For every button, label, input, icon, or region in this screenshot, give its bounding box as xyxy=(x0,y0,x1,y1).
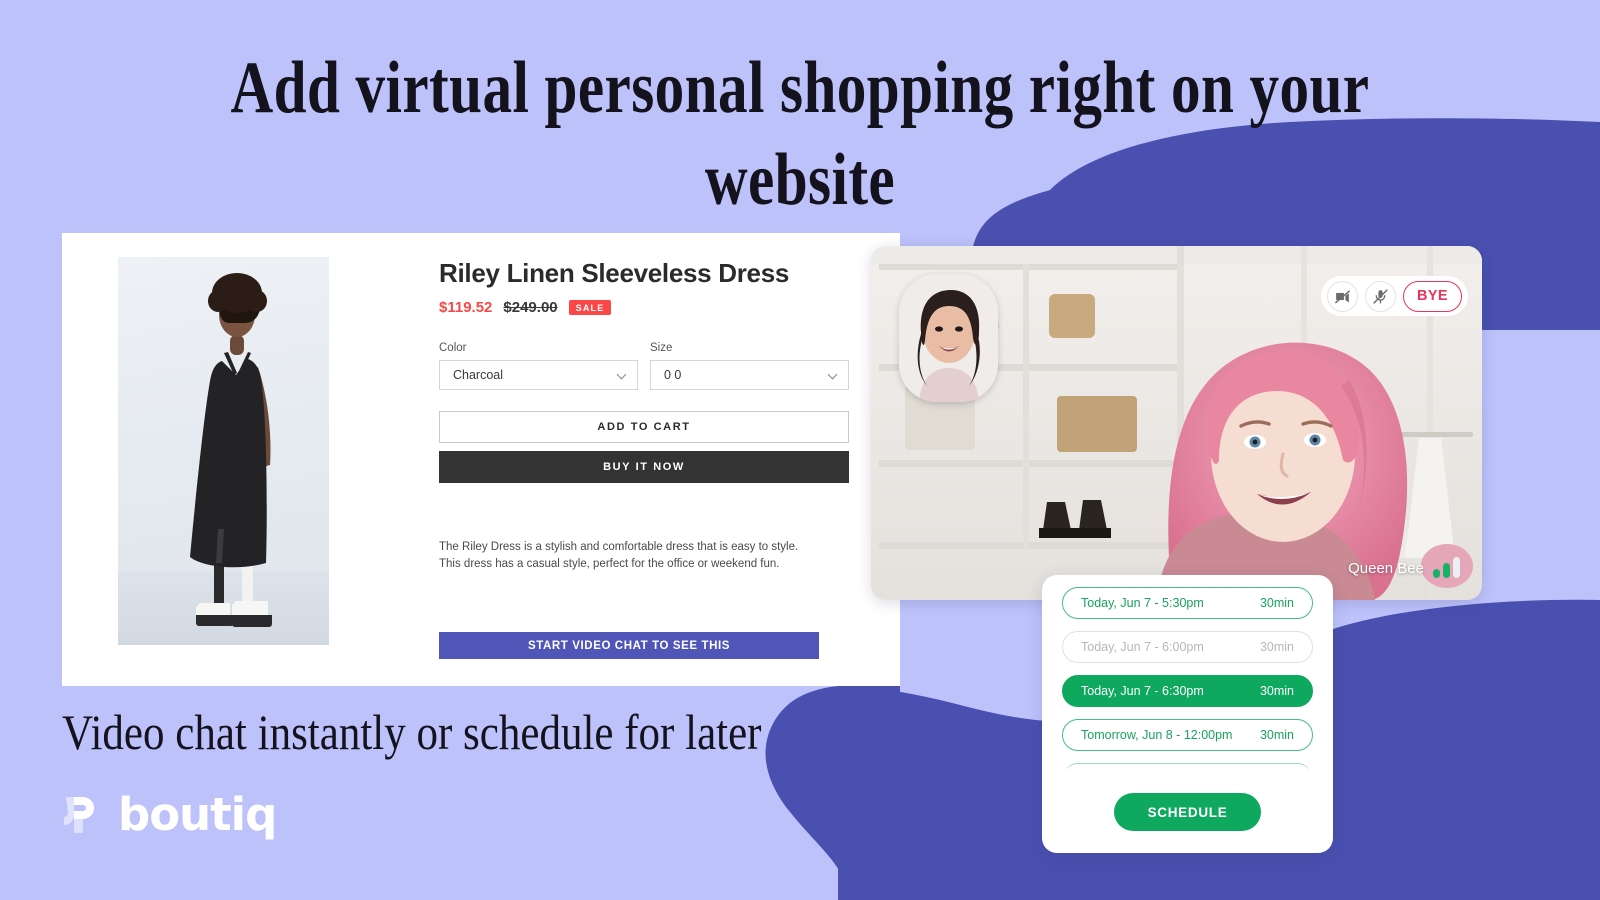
model-illustration xyxy=(190,273,272,627)
product-detail-card: Riley Linen Sleeveless Dress $119.52 $24… xyxy=(62,233,900,686)
schedule-action-row: SCHEDULE xyxy=(1042,793,1333,831)
start-video-chat-button[interactable]: START VIDEO CHAT TO SEE THIS xyxy=(439,632,819,659)
slot-duration: 30min xyxy=(1259,728,1294,742)
brand-logo[interactable]: boutiq xyxy=(60,788,277,841)
page-title: Add virtual personal shopping right on y… xyxy=(230,47,1370,221)
slot-duration: 30min xyxy=(1259,640,1294,654)
size-select[interactable]: 0 0 xyxy=(650,360,849,390)
slot-time: Today, Jun 7 - 6:00pm xyxy=(1081,640,1204,654)
toggle-camera-button[interactable] xyxy=(1326,280,1358,312)
subheadline: Video chat instantly or schedule for lat… xyxy=(62,704,762,760)
toggle-mic-button[interactable] xyxy=(1364,280,1396,312)
compare-at-price: $249.00 xyxy=(503,299,558,316)
option-color-label: Color xyxy=(439,342,467,354)
slot-time: Today, Jun 7 - 5:30pm xyxy=(1081,596,1204,610)
option-size: Size 0 0 xyxy=(650,342,849,390)
product-description: The Riley Dress is a stylish and comfort… xyxy=(439,541,799,570)
signal-bars-icon xyxy=(1433,557,1460,578)
video-call-controls: BYE xyxy=(1320,276,1468,316)
chevron-down-icon xyxy=(618,371,627,380)
pip-video-feed xyxy=(899,274,998,402)
option-color: Color Charcoal xyxy=(439,342,638,390)
list-item[interactable]: Tomorrow, Jun 8 - 12:00pm 30min xyxy=(1062,719,1313,751)
sale-price: $119.52 xyxy=(439,299,493,316)
color-select[interactable]: Charcoal xyxy=(439,360,638,390)
list-item: Today, Jun 7 - 6:00pm 30min xyxy=(1062,631,1313,663)
schedule-panel: Today, Jun 7 - 5:30pm 30min Today, Jun 7… xyxy=(1042,575,1333,853)
size-select-value: 0 0 xyxy=(664,368,682,382)
boutiq-b-mark-icon xyxy=(60,793,104,837)
option-size-label: Size xyxy=(650,342,673,354)
schedule-button[interactable]: SCHEDULE xyxy=(1113,793,1262,831)
product-info: Riley Linen Sleeveless Dress $119.52 $24… xyxy=(439,257,849,573)
buy-it-now-button[interactable]: BUY IT NOW xyxy=(439,451,849,483)
slot-duration: 30min xyxy=(1259,684,1294,698)
slot-time: Today, Jun 7 - 6:30pm xyxy=(1081,684,1204,698)
time-slot-list[interactable]: Today, Jun 7 - 5:30pm 30min Today, Jun 7… xyxy=(1042,587,1333,769)
product-image[interactable] xyxy=(118,257,329,645)
list-item[interactable]: Today, Jun 7 - 6:30pm 30min xyxy=(1062,675,1313,707)
video-off-icon xyxy=(1335,289,1350,303)
participant-name: Queen Bee xyxy=(1348,560,1424,577)
end-call-button[interactable]: BYE xyxy=(1402,280,1462,312)
color-select-value: Charcoal xyxy=(453,368,504,382)
status-badge: SALE xyxy=(568,300,612,315)
list-fade-overlay xyxy=(1042,757,1333,777)
participant-name-tag: Queen Bee xyxy=(1348,557,1460,578)
slot-duration: 30min xyxy=(1259,596,1294,610)
video-call-panel: BYE Queen Bee xyxy=(871,246,1482,600)
brand-name: boutiq xyxy=(118,788,277,841)
product-title: Riley Linen Sleeveless Dress xyxy=(439,258,790,288)
list-item[interactable]: Today, Jun 7 - 5:30pm 30min xyxy=(1062,587,1313,619)
mic-off-icon xyxy=(1373,288,1388,304)
variant-options: Color Charcoal Size 0 0 xyxy=(439,342,849,390)
slot-time: Tomorrow, Jun 8 - 12:00pm xyxy=(1081,728,1233,742)
price-row: $119.52 $249.00 SALE xyxy=(439,299,849,316)
add-to-cart-button[interactable]: ADD TO CART xyxy=(439,411,849,443)
chevron-down-icon xyxy=(829,371,838,380)
self-view-thumbnail[interactable] xyxy=(899,274,998,402)
